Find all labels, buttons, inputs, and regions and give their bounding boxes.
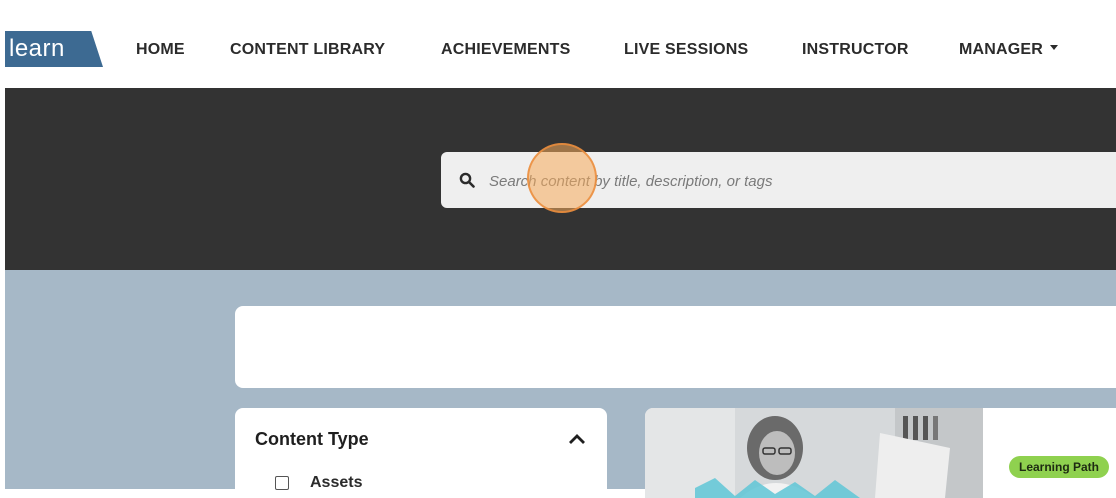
chevron-up-icon[interactable]: [568, 432, 586, 446]
caret-down-icon: [1050, 45, 1059, 51]
content-type-filter-panel: Content Type Assets: [235, 408, 607, 498]
nav-instructor[interactable]: INSTRUCTOR: [802, 41, 909, 59]
assets-checkbox[interactable]: [275, 476, 289, 490]
nav-home[interactable]: HOME: [136, 41, 185, 59]
nav-live-sessions[interactable]: LIVE SESSIONS: [624, 41, 748, 59]
filter-option-label: Assets: [310, 474, 363, 491]
nav-manager-dropdown[interactable]: MANAGER: [959, 41, 1059, 59]
magnifier-icon: [459, 172, 475, 188]
top-navigation: learn HOME CONTENT LIBRARY ACHIEVEMENTS …: [0, 0, 1116, 88]
search-bar[interactable]: [441, 152, 1116, 210]
filter-section-title: Content Type: [255, 429, 369, 449]
nav-manager-label: MANAGER: [959, 41, 1044, 58]
nav-achievements[interactable]: ACHIEVEMENTS: [441, 41, 571, 59]
learning-path-card[interactable]: Learning Path: [645, 408, 1116, 498]
learn-logo[interactable]: learn: [5, 31, 103, 67]
nav-content-library[interactable]: CONTENT LIBRARY: [230, 41, 385, 59]
content-type-badge: Learning Path: [1009, 456, 1110, 478]
search-input[interactable]: [487, 152, 1091, 210]
card-thumbnail-image: [645, 408, 983, 498]
results-header-panel: [235, 306, 1116, 388]
